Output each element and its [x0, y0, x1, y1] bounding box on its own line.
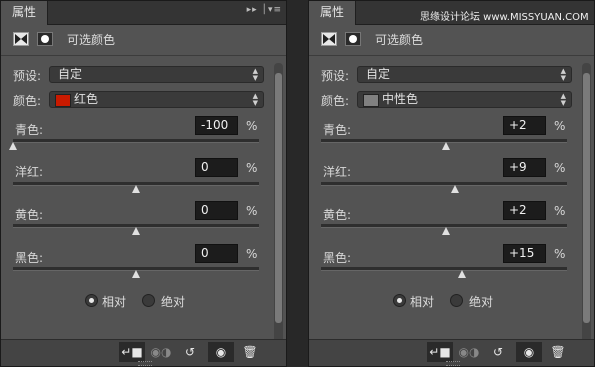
- adjustment-title: 可选颜色: [67, 33, 116, 47]
- dropdown-arrows-icon: ▲ ▼: [252, 92, 258, 107]
- watermark: 思缘设计论坛 www.MISSYUAN.COM: [420, 12, 589, 23]
- colors-label: 颜色:: [321, 94, 350, 108]
- cyan-slider-thumb[interactable]: [442, 142, 451, 150]
- view-previous-icon[interactable]: ◉◑: [148, 342, 174, 362]
- black-unit: %: [246, 247, 258, 261]
- preset-label: 预设:: [13, 69, 42, 83]
- cyan-value-field[interactable]: +2: [503, 116, 546, 135]
- absolute-radio[interactable]: [142, 294, 155, 307]
- yellow-slider-thumb[interactable]: [132, 227, 140, 235]
- magenta-value-field[interactable]: 0: [195, 158, 238, 177]
- yellow-value-field[interactable]: 0: [195, 201, 238, 220]
- colors-dropdown[interactable]: 中性色 ▲ ▼: [357, 91, 572, 108]
- layer-mask-icon[interactable]: [345, 32, 361, 46]
- adjustment-header: 可选颜色: [1, 25, 286, 56]
- tab-properties[interactable]: 属性: [309, 1, 356, 25]
- reset-icon[interactable]: ↺: [177, 342, 203, 362]
- magenta-value-field[interactable]: +9: [503, 158, 546, 177]
- relative-radio[interactable]: [85, 294, 98, 307]
- scroll-thumb[interactable]: [583, 73, 590, 323]
- magenta-unit: %: [554, 161, 566, 175]
- colors-label: 颜色:: [13, 94, 42, 108]
- magenta-slider-track[interactable]: [321, 182, 567, 186]
- delete-icon[interactable]: 🗑: [545, 342, 571, 362]
- resize-grip[interactable]: [446, 361, 460, 366]
- scroll-thumb[interactable]: [275, 73, 282, 323]
- cyan-slider-thumb[interactable]: [9, 142, 17, 150]
- visibility-icon[interactable]: ◉: [208, 342, 234, 362]
- properties-panel-right: 属性 可选颜色 预设: 自定 ▲ ▼ 颜色: 中性色 ▲ ▼ 青色: +2 % 洋红…: [308, 0, 595, 367]
- absolute-radio[interactable]: [450, 294, 463, 307]
- dropdown-arrows-icon: ▲ ▼: [252, 67, 258, 82]
- relative-label: 相对: [102, 295, 127, 309]
- scrollbar[interactable]: [582, 63, 591, 343]
- visibility-icon[interactable]: ◉: [516, 342, 542, 362]
- panel-tabbar: 属性 ▸▸ │▾≡: [1, 1, 286, 25]
- adjustment-header: 可选颜色: [309, 25, 594, 56]
- color-swatch: [55, 94, 71, 107]
- properties-panel-left: 属性 ▸▸ │▾≡ 可选颜色 预设: 自定 ▲ ▼ 颜色: 红色 ▲ ▼ 青色: -…: [0, 0, 287, 367]
- cyan-label: 青色:: [323, 123, 352, 137]
- panel-footer: ↵■ ◉◑ ↺ ◉ 🗑: [1, 339, 286, 366]
- colors-dropdown[interactable]: 红色 ▲ ▼: [49, 91, 264, 108]
- relative-radio[interactable]: [393, 294, 406, 307]
- colors-value: 红色: [74, 92, 99, 106]
- color-swatch: [363, 94, 379, 107]
- black-slider-thumb[interactable]: [132, 270, 140, 278]
- panel-menu-icon[interactable]: ▸▸ │▾≡: [247, 5, 282, 15]
- yellow-label: 黄色:: [323, 208, 352, 222]
- delete-icon[interactable]: 🗑: [237, 342, 263, 362]
- black-slider-thumb[interactable]: [458, 270, 467, 278]
- preset-label: 预设:: [321, 69, 350, 83]
- cyan-label: 青色:: [15, 123, 44, 137]
- magenta-slider-thumb[interactable]: [132, 185, 140, 193]
- magenta-label: 洋红:: [15, 165, 44, 179]
- black-slider-track[interactable]: [321, 267, 567, 271]
- layer-mask-icon[interactable]: [37, 32, 53, 46]
- absolute-label: 绝对: [469, 295, 494, 309]
- yellow-label: 黄色:: [15, 208, 44, 222]
- black-label: 黑色:: [323, 251, 352, 265]
- adjustment-layer-icon[interactable]: [321, 32, 337, 46]
- colors-value: 中性色: [382, 92, 419, 106]
- absolute-label: 绝对: [161, 295, 186, 309]
- dropdown-arrows-icon: ▲ ▼: [560, 92, 566, 107]
- yellow-unit: %: [246, 204, 258, 218]
- black-value-field[interactable]: +15: [503, 244, 546, 263]
- black-value-field[interactable]: 0: [195, 244, 238, 263]
- black-label: 黑色:: [15, 251, 44, 265]
- panel-footer: ↵■ ◉◑ ↺ ◉ 🗑: [309, 339, 594, 366]
- yellow-slider-thumb[interactable]: [442, 227, 451, 235]
- preset-dropdown[interactable]: 自定 ▲ ▼: [49, 66, 264, 83]
- cyan-value-field[interactable]: -100: [195, 116, 238, 135]
- relative-label: 相对: [410, 295, 435, 309]
- magenta-label: 洋红:: [323, 165, 352, 179]
- yellow-value-field[interactable]: +2: [503, 201, 546, 220]
- cyan-unit: %: [554, 119, 566, 133]
- scrollbar[interactable]: [274, 63, 283, 343]
- clip-to-layer-icon[interactable]: ↵■: [427, 342, 453, 362]
- clip-to-layer-icon[interactable]: ↵■: [119, 342, 145, 362]
- reset-icon[interactable]: ↺: [485, 342, 511, 362]
- cyan-slider-track[interactable]: [13, 139, 259, 143]
- view-previous-icon[interactable]: ◉◑: [456, 342, 482, 362]
- resize-grip[interactable]: [138, 361, 152, 366]
- dropdown-arrows-icon: ▲ ▼: [560, 67, 566, 82]
- preset-value: 自定: [366, 67, 391, 81]
- cyan-unit: %: [246, 119, 258, 133]
- magenta-slider-thumb[interactable]: [451, 185, 460, 193]
- yellow-unit: %: [554, 204, 566, 218]
- adjustment-title: 可选颜色: [375, 33, 424, 47]
- preset-dropdown[interactable]: 自定 ▲ ▼: [357, 66, 572, 83]
- magenta-unit: %: [246, 161, 258, 175]
- tab-properties[interactable]: 属性: [1, 1, 48, 25]
- black-unit: %: [554, 247, 566, 261]
- adjustment-layer-icon[interactable]: [13, 32, 29, 46]
- preset-value: 自定: [58, 67, 83, 81]
